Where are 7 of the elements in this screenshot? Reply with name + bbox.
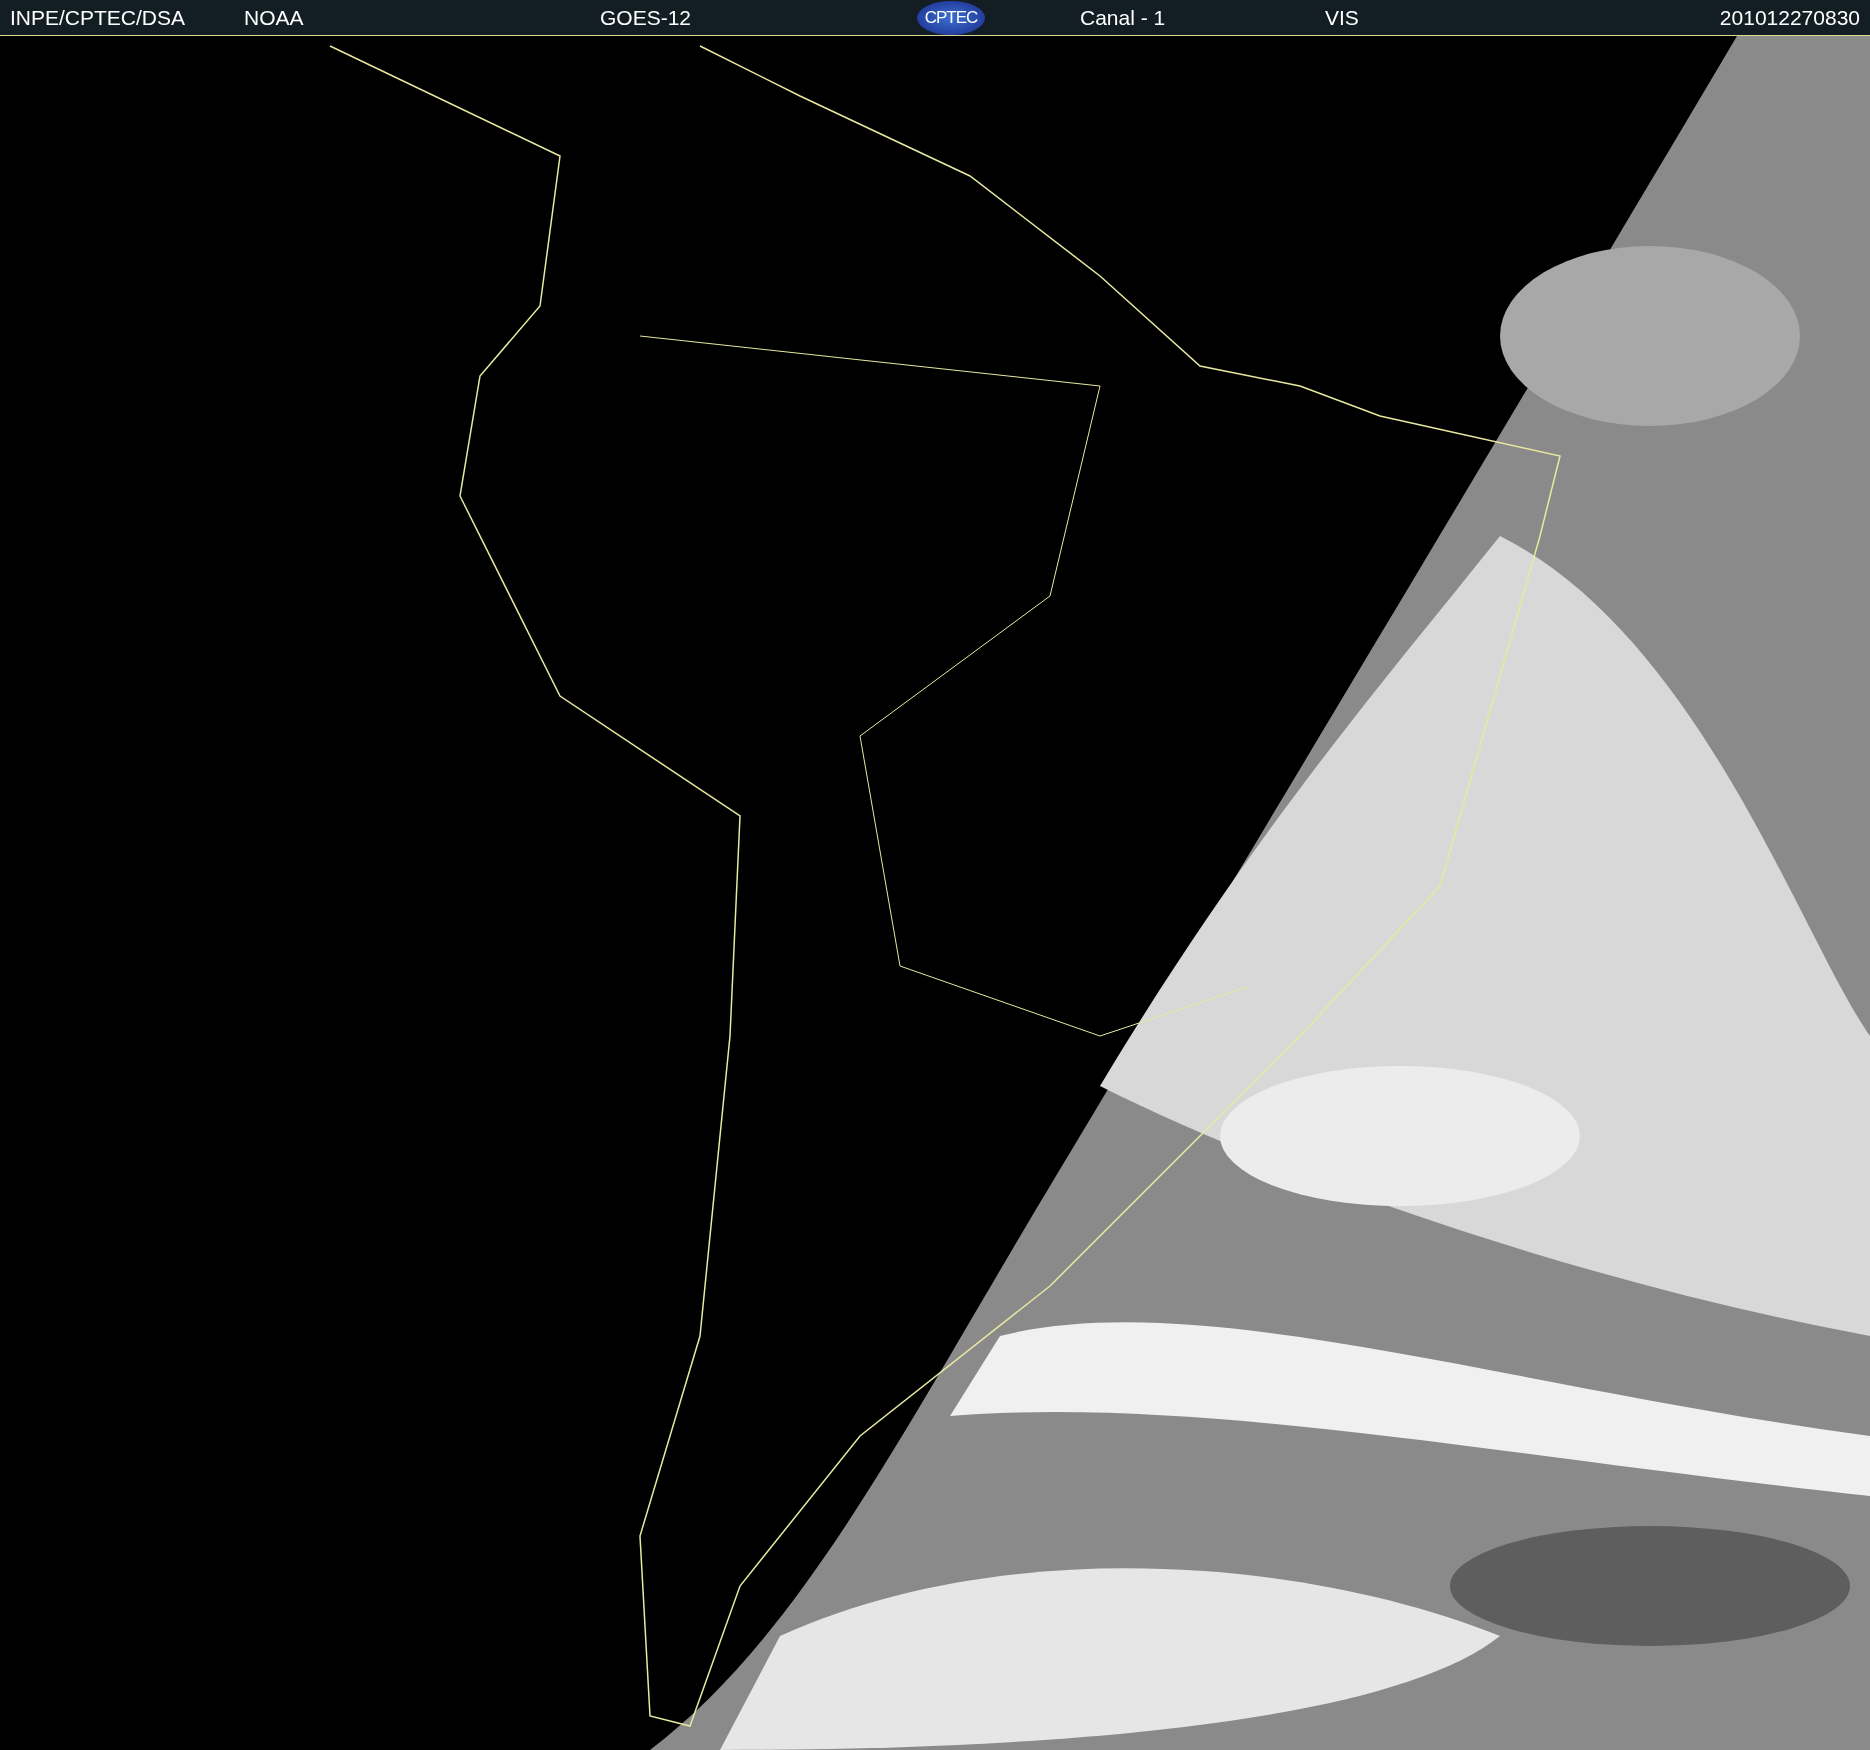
band-label: VIS [1325, 5, 1360, 30]
agency-label: NOAA [244, 5, 305, 30]
timestamp-label: 201012270830 [1719, 5, 1860, 30]
satellite-label: GOES-12 [600, 5, 693, 30]
channel-label: Canal - 1 [1080, 5, 1167, 30]
logo: CPTEC [917, 0, 985, 35]
source-label: INPE/CPTEC/DSA [10, 5, 187, 30]
